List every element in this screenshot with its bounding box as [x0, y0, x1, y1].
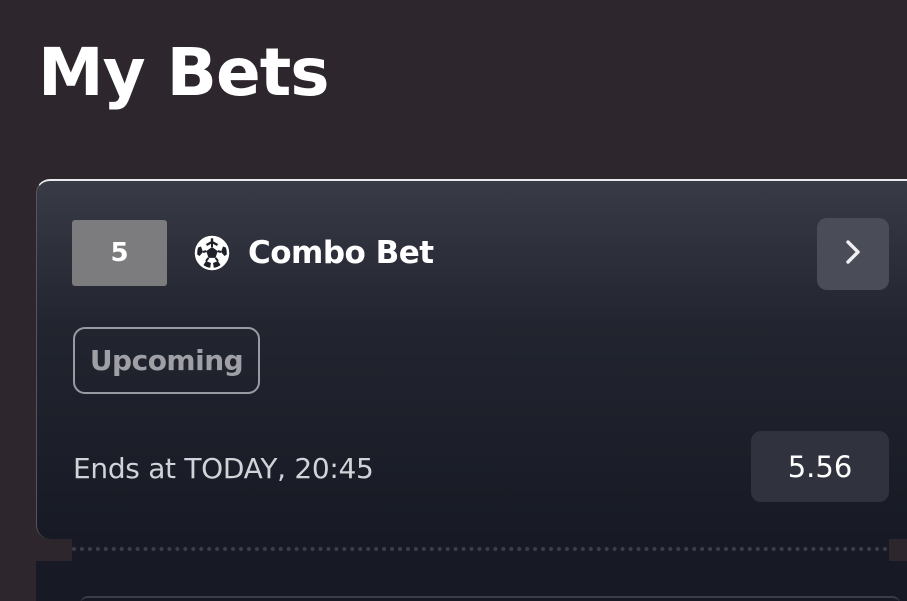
- status-badge: Upcoming: [73, 327, 260, 394]
- bet-type-label: Combo Bet: [248, 235, 434, 271]
- bet-end-time: Ends at TODAY, 20:45: [73, 452, 374, 485]
- soccer-ball-icon: [193, 234, 231, 272]
- next-bet-card-edge: [80, 596, 900, 601]
- my-bets-page: My Bets 5 Combo Bet Upcoming Ends at TOD…: [0, 0, 907, 601]
- ticket-notch-right: [889, 539, 907, 561]
- chevron-right-icon: [842, 237, 864, 271]
- next-bet-card[interactable]: [36, 561, 907, 601]
- ticket-notch-left: [36, 539, 72, 561]
- bet-details-button[interactable]: [817, 218, 889, 290]
- odds-value: 5.56: [751, 431, 889, 502]
- bet-card[interactable]: 5 Combo Bet Upcoming Ends at TODAY, 20:4…: [36, 179, 907, 539]
- ticket-dotted-divider: [72, 547, 888, 551]
- page-title: My Bets: [38, 34, 330, 111]
- leg-count-badge: 5: [72, 220, 167, 286]
